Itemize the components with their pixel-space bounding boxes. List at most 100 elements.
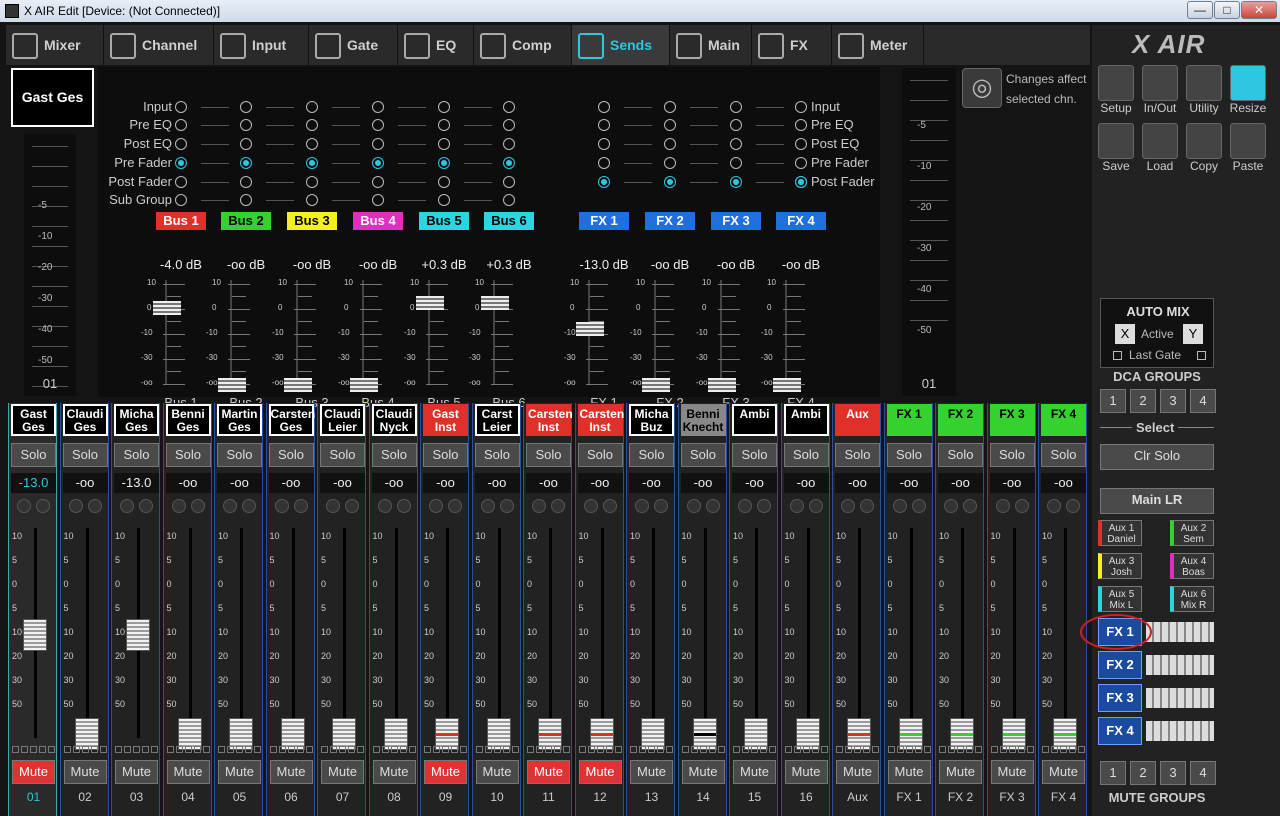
solo-button[interactable]: Solo [320,443,365,467]
mute-button[interactable]: Mute [527,760,570,784]
mute-group-button-1[interactable]: 1 [1100,761,1126,785]
bus-tap-radio[interactable] [372,194,384,206]
fx-tap-radio[interactable] [795,119,807,131]
bus-tap-radio[interactable] [240,176,252,188]
bus-tap-radio[interactable] [503,176,515,188]
pan-knob[interactable] [120,499,134,513]
bus-tap-radio[interactable] [175,176,187,188]
copy-button[interactable]: Copy [1184,123,1224,179]
bus-select-button[interactable]: Bus 2 [221,212,271,230]
maximize-button[interactable]: □ [1214,1,1240,19]
tab-input[interactable]: Input [214,25,309,65]
mute-button[interactable]: Mute [424,760,467,784]
main-lr-button[interactable]: Main LR [1100,488,1214,514]
channel-name-button[interactable]: FX 4 [1041,404,1086,436]
solo-button[interactable]: Solo [577,443,623,467]
channel-name-button[interactable]: Micha Buz [629,404,674,436]
pan-knob[interactable] [223,499,237,513]
fx-tap-radio[interactable] [795,176,807,188]
bus-send-fader-cap[interactable] [708,378,736,392]
channel-name-button[interactable]: Carsten Inst [577,404,624,436]
dca-button-3[interactable]: 3 [1160,389,1186,413]
utility-button[interactable]: Utility [1184,65,1224,121]
pan-knob[interactable] [429,499,443,513]
fx-tap-radio[interactable] [664,176,676,188]
pan-knob[interactable] [396,499,411,513]
bus-tap-radio[interactable] [438,119,450,131]
fx-tap-radio[interactable] [730,101,742,113]
pan-knob[interactable] [808,499,823,513]
channel-name-button[interactable]: Carst Leier [474,404,520,436]
channel-name-button[interactable]: Micha Ges [114,404,159,436]
channel-name-box[interactable]: Gast Ges [11,68,94,127]
bus-send-fader-cap[interactable] [350,378,378,392]
fx-tap-radio[interactable] [598,101,610,113]
fx-tap-radio[interactable] [598,157,610,169]
mute-button[interactable]: Mute [887,760,931,784]
pan-knob[interactable] [448,499,462,513]
bus-select-button[interactable]: Bus 4 [353,212,403,230]
mute-button[interactable]: Mute [63,760,107,784]
fx-tap-radio[interactable] [795,157,807,169]
bus-tap-radio[interactable] [175,157,187,169]
bus-tap-radio[interactable] [372,101,384,113]
pan-knob[interactable] [911,499,926,513]
mute-button[interactable]: Mute [372,760,416,784]
minimize-button[interactable]: — [1187,1,1213,19]
bus-send-fader[interactable]: 10 0 -10 -30 -oo [686,278,746,392]
bus-tap-radio[interactable] [175,194,187,206]
solo-button[interactable]: Solo [835,443,880,467]
automix-x-button[interactable]: X [1115,324,1135,344]
solo-button[interactable]: Solo [165,443,211,467]
bus-tap-radio[interactable] [503,101,515,113]
fx-tap-radio[interactable] [664,157,676,169]
bus-tap-radio[interactable] [503,194,515,206]
solo-button[interactable]: Solo [526,443,571,467]
pan-knob[interactable] [345,499,359,513]
pan-knob[interactable] [1047,499,1061,513]
bus-tap-radio[interactable] [175,119,187,131]
solo-button[interactable]: Solo [371,443,417,467]
bus-tap-radio[interactable] [372,176,384,188]
close-button[interactable]: ✕ [1241,1,1277,19]
solo-button[interactable]: Solo [886,443,932,467]
bus-tap-radio[interactable] [438,157,450,169]
mute-button[interactable]: Mute [784,760,828,784]
pan-knob[interactable] [654,499,668,513]
bus-tap-radio[interactable] [240,194,252,206]
pan-knob[interactable] [377,499,392,513]
bus-send-fader-cap[interactable] [416,296,444,310]
pan-knob[interactable] [139,499,153,513]
solo-button[interactable]: Solo [268,443,314,467]
in-out-button[interactable]: In/Out [1140,65,1180,121]
save-button[interactable]: Save [1096,123,1136,179]
tab-comp[interactable]: Comp [474,25,572,65]
pan-knob[interactable] [36,499,50,513]
bus-tap-radio[interactable] [306,157,318,169]
channel-fader[interactable] [23,619,47,652]
channel-name-button[interactable]: Carsten Inst [526,404,573,436]
mute-button[interactable]: Mute [12,760,55,784]
mute-button[interactable]: Mute [321,760,364,784]
channel-name-button[interactable]: Gast Inst [423,404,468,436]
bus-tap-radio[interactable] [372,138,384,150]
pan-knob[interactable] [551,499,565,513]
pan-knob[interactable] [892,499,907,513]
bus-tap-radio[interactable] [306,138,318,150]
fx-tap-radio[interactable] [598,119,610,131]
bus-send-fader-cap[interactable] [153,301,181,315]
channel-name-button[interactable]: Benni Ges [165,404,211,436]
channel-name-button[interactable]: Ambi [783,404,829,436]
last-gate-checkbox[interactable] [1113,351,1122,360]
load-button[interactable]: Load [1140,123,1180,179]
pan-knob[interactable] [68,499,83,513]
channel-name-button[interactable]: Martin Ges [217,404,262,436]
bus-send-fader[interactable]: 10 0 -10 -30 -oo [131,278,191,390]
bus-tap-radio[interactable] [438,176,450,188]
bus-tap-radio[interactable] [240,138,252,150]
bus-tap-radio[interactable] [438,138,450,150]
pan-knob[interactable] [499,499,514,513]
tab-eq[interactable]: EQ [398,25,474,65]
aux-select-button[interactable]: Aux 4 Boas [1170,553,1214,579]
mute-group-button-3[interactable]: 3 [1160,761,1186,785]
